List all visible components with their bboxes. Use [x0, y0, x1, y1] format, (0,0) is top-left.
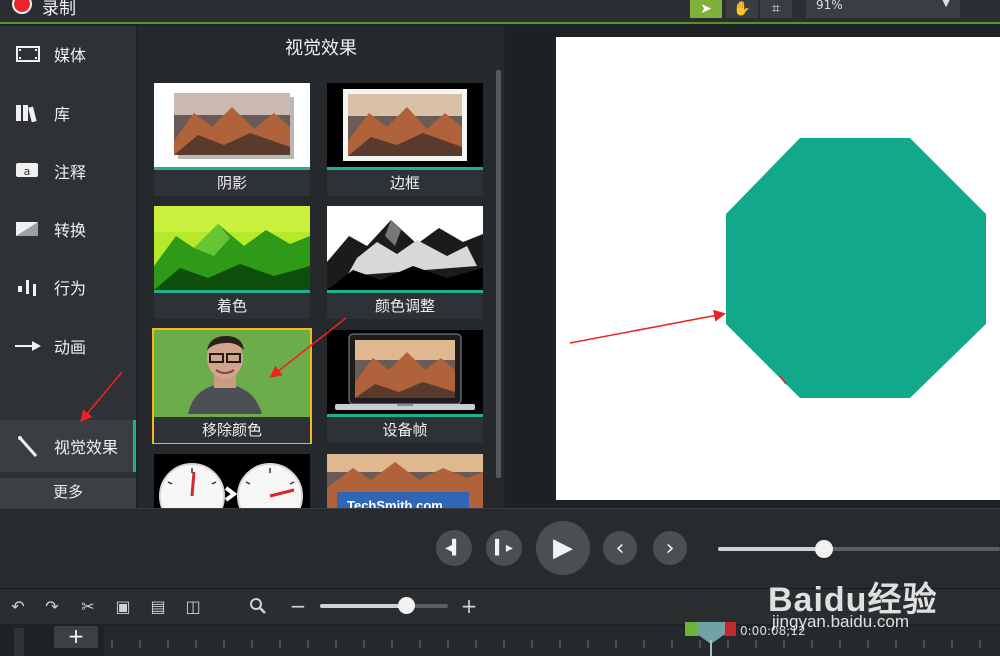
sidebar-item-annotations[interactable]: a 注释 — [0, 145, 136, 197]
selection-end-marker[interactable] — [724, 622, 736, 636]
sidebar-item-label: 行为 — [54, 279, 87, 298]
svg-text:a: a — [24, 165, 31, 178]
zoom-value: 91% — [816, 0, 843, 12]
caption-text: TechSmith.com — [347, 498, 443, 508]
record-label[interactable]: 录制 — [42, 0, 76, 19]
play-icon[interactable]: ▶ — [536, 521, 590, 575]
panel-title: 视觉效果 — [285, 38, 357, 59]
octagon-shape — [726, 138, 986, 398]
effect-thumbnail — [327, 330, 483, 414]
cursor-arrow-icon[interactable]: ➤ — [690, 0, 722, 18]
add-track-button[interactable]: + — [54, 626, 98, 648]
selection-start-marker[interactable] — [685, 622, 699, 636]
crop-icon[interactable]: ⌗ — [760, 0, 792, 18]
sidebar-item-label: 转换 — [54, 221, 87, 240]
effect-thumbnail — [154, 206, 310, 290]
canvas[interactable] — [556, 37, 1000, 500]
effect-thumbnail — [154, 83, 310, 167]
effect-tile-label: 设备帧 — [327, 417, 483, 443]
behavior-icon — [14, 276, 42, 298]
effect-tile-device-frame[interactable]: 设备帧 — [327, 330, 483, 443]
copy-icon[interactable]: ▣ — [111, 594, 135, 618]
sidebar-item-label: 注释 — [54, 163, 87, 182]
seek-progress — [718, 547, 824, 551]
step-forward-icon[interactable]: ▍▸ — [486, 530, 522, 566]
effect-tile-label: 颜色调整 — [327, 293, 483, 319]
watermark-url: jingyan.baidu.com — [772, 612, 910, 631]
zoom-out-button[interactable]: − — [286, 594, 310, 618]
annotation-callout-icon: a — [14, 160, 42, 182]
sidebar-item-animations[interactable]: 动画 — [0, 320, 136, 372]
effect-thumbnail — [327, 206, 483, 290]
chevron-left-icon[interactable]: ‹ — [603, 531, 637, 565]
gauge-icon — [159, 463, 303, 508]
sidebar-item-label: 视觉效果 — [54, 438, 119, 457]
zoom-in-button[interactable]: + — [457, 594, 481, 618]
zoom-search-icon[interactable] — [246, 594, 270, 618]
hand-icon[interactable]: ✋ — [726, 0, 758, 18]
magic-wand-icon — [14, 435, 42, 457]
effect-tile-label: 移除颜色 — [154, 417, 310, 443]
sidebar-item-media[interactable]: 媒体 — [0, 28, 136, 80]
redo-icon[interactable]: ↷ — [40, 594, 64, 618]
step-back-icon[interactable]: ◂▍ — [436, 530, 472, 566]
panel-scrollbar[interactable] — [496, 70, 501, 478]
effect-tile-label: 阴影 — [154, 170, 310, 196]
undo-icon[interactable]: ↶ — [6, 594, 30, 618]
playhead-line — [710, 640, 712, 656]
library-books-icon — [14, 102, 42, 124]
film-strip-icon — [14, 43, 42, 65]
sidebar-item-library[interactable]: 库 — [0, 87, 136, 139]
sidebar-item-visual-effects[interactable]: 视觉效果 — [0, 420, 136, 472]
effect-thumbnail — [154, 330, 310, 414]
sidebar-item-label: 库 — [54, 105, 71, 124]
animation-arrow-icon — [14, 335, 42, 357]
split-icon[interactable]: ◫ — [181, 594, 205, 618]
transition-icon — [14, 218, 42, 240]
effect-tile-remove-color[interactable]: 移除颜色 — [152, 328, 312, 444]
zoom-dropdown[interactable]: 91% ▼ — [806, 0, 960, 18]
effect-tile-gauges[interactable] — [154, 454, 310, 508]
effect-tile-color-adjust[interactable]: 颜色调整 — [327, 206, 483, 319]
sidebar-item-label: 动画 — [54, 338, 87, 357]
seek-handle[interactable] — [815, 540, 833, 558]
effect-tile-label: 边框 — [327, 170, 483, 196]
paste-icon[interactable]: ▤ — [146, 594, 170, 618]
effect-tile-shadow[interactable]: 阴影 — [154, 83, 310, 196]
effect-tile-caption[interactable]: TechSmith.com — [327, 454, 483, 508]
more-button[interactable]: 更多 — [0, 478, 136, 508]
cut-icon[interactable]: ✂ — [76, 594, 100, 618]
timeline-zoom-handle[interactable] — [398, 597, 415, 614]
effect-tile-border[interactable]: 边框 — [327, 83, 483, 196]
timeline-zoom-fill — [320, 604, 406, 608]
effect-tile-label: 着色 — [154, 293, 310, 319]
effect-thumbnail — [327, 83, 483, 167]
sidebar-item-label: 媒体 — [54, 46, 87, 65]
track-handle[interactable] — [14, 628, 24, 656]
sidebar-item-behaviors[interactable]: 行为 — [0, 261, 136, 313]
chevron-down-icon: ▼ — [942, 0, 950, 9]
effect-tile-colorize[interactable]: 着色 — [154, 206, 310, 319]
sidebar-item-transitions[interactable]: 转换 — [0, 203, 136, 255]
chevron-right-icon[interactable]: › — [653, 531, 687, 565]
